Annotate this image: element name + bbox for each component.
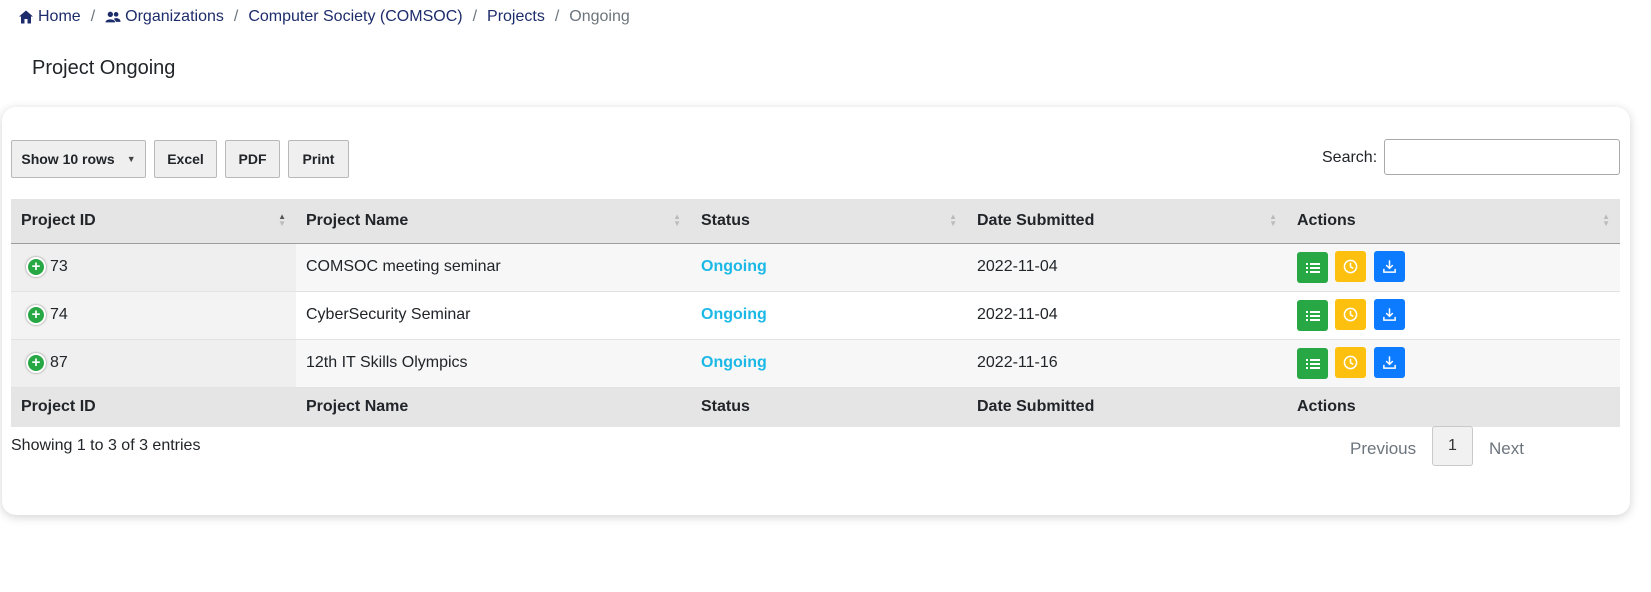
column-footer-actions: Actions	[1287, 386, 1620, 427]
breadcrumb-organizations-label: Organizations	[125, 8, 224, 25]
print-button[interactable]: Print	[288, 140, 349, 178]
column-header-label: Project Name	[306, 211, 409, 229]
actions-cell	[1287, 339, 1620, 388]
column-header-project-name[interactable]: Project Name ▲ ▼	[296, 199, 691, 244]
search-input[interactable]	[1384, 139, 1620, 175]
list-icon	[1305, 358, 1320, 369]
clock-icon	[1344, 259, 1358, 274]
column-header-label: Status	[701, 211, 750, 229]
project-id: 73	[50, 258, 68, 275]
table-row: +73 COMSOC meeting seminar Ongoing 2022-…	[11, 243, 1620, 292]
sort-icon: ▲ ▼	[673, 212, 681, 228]
sort-icon: ▲ ▼	[278, 212, 286, 228]
list-icon	[1305, 310, 1320, 321]
breadcrumb-home-label: Home	[38, 8, 81, 25]
date-submitted: 2022-11-04	[967, 291, 1287, 340]
pagination-next[interactable]: Next	[1489, 439, 1524, 459]
breadcrumb-separator: /	[90, 8, 96, 25]
breadcrumb-projects[interactable]: Projects	[487, 8, 545, 26]
table-footer-row: Project ID Project Name Status Date Subm…	[11, 386, 1620, 427]
page-title: Project Ongoing	[32, 57, 176, 79]
status-badge: Ongoing	[691, 243, 967, 292]
users-icon	[105, 9, 121, 25]
breadcrumb: Home / Organizations / Computer Society …	[18, 8, 630, 26]
column-header-actions[interactable]: Actions ▲ ▼	[1287, 199, 1620, 244]
column-header-label: Actions	[1297, 211, 1356, 229]
view-button[interactable]	[1297, 252, 1328, 284]
date-submitted: 2022-11-16	[967, 339, 1287, 388]
plus-circle-icon[interactable]: +	[26, 353, 46, 373]
project-name: CyberSecurity Seminar	[296, 291, 691, 340]
clock-icon	[1344, 307, 1358, 322]
project-name: 12th IT Skills Olympics	[296, 339, 691, 388]
download-button[interactable]	[1373, 298, 1405, 330]
view-button[interactable]	[1297, 300, 1328, 332]
download-button[interactable]	[1373, 346, 1405, 378]
plus-circle-icon[interactable]: +	[26, 305, 46, 325]
caret-down-icon: ▼	[126, 154, 136, 164]
breadcrumb-organizations[interactable]: Organizations	[105, 8, 224, 26]
pagination-page-1[interactable]: 1	[1432, 426, 1473, 466]
plus-circle-icon[interactable]: +	[26, 257, 46, 277]
history-button[interactable]	[1335, 298, 1367, 330]
breadcrumb-separator: /	[472, 8, 478, 25]
project-id-cell: +73	[11, 243, 296, 292]
project-id-cell: +74	[11, 291, 296, 340]
projects-card: Show 10 rows ▼ Excel PDF Print Search: P…	[2, 107, 1630, 515]
list-icon	[1305, 262, 1320, 273]
column-footer-date-submitted: Date Submitted	[967, 386, 1287, 427]
pagination-previous[interactable]: Previous	[1350, 439, 1416, 459]
breadcrumb-home[interactable]: Home	[18, 8, 81, 26]
column-footer-project-id: Project ID	[11, 386, 296, 427]
clock-icon	[1344, 355, 1358, 370]
actions-cell	[1287, 291, 1620, 340]
excel-button[interactable]: Excel	[154, 140, 217, 178]
table-row: +74 CyberSecurity Seminar Ongoing 2022-1…	[11, 291, 1620, 340]
table-header-row: Project ID ▲ ▼ Project Name ▲ ▼ Status ▲ ▼ Dat…	[11, 199, 1620, 244]
project-name: COMSOC meeting seminar	[296, 243, 691, 292]
download-button[interactable]	[1373, 250, 1405, 282]
breadcrumb-organization[interactable]: Computer Society (COMSOC)	[248, 8, 462, 26]
column-footer-project-name: Project Name	[296, 386, 691, 427]
table-row: +87 12th IT Skills Olympics Ongoing 2022…	[11, 339, 1620, 388]
projects-table: Project ID ▲ ▼ Project Name ▲ ▼ Status ▲ ▼ Dat…	[11, 199, 1620, 427]
column-header-status[interactable]: Status ▲ ▼	[691, 199, 967, 244]
column-header-label: Date Submitted	[977, 211, 1095, 229]
download-icon	[1383, 308, 1396, 321]
sort-icon: ▲ ▼	[1269, 212, 1277, 228]
sort-icon: ▲ ▼	[949, 212, 957, 228]
show-rows-label: Show 10 rows	[21, 151, 115, 167]
column-header-date-submitted[interactable]: Date Submitted ▲ ▼	[967, 199, 1287, 244]
breadcrumb-separator: /	[554, 8, 560, 25]
date-submitted: 2022-11-04	[967, 243, 1287, 292]
project-id: 74	[50, 306, 68, 323]
search-label: Search:	[1322, 149, 1378, 166]
pdf-button[interactable]: PDF	[225, 140, 280, 178]
column-header-project-id[interactable]: Project ID ▲ ▼	[11, 199, 296, 244]
sort-icon: ▲ ▼	[1602, 212, 1610, 228]
status-badge: Ongoing	[691, 339, 967, 388]
history-button[interactable]	[1335, 250, 1367, 282]
status-badge: Ongoing	[691, 291, 967, 340]
project-id-cell: +87	[11, 339, 296, 388]
breadcrumb-separator: /	[233, 8, 239, 25]
project-id: 87	[50, 354, 68, 371]
show-rows-button[interactable]: Show 10 rows ▼	[11, 140, 146, 178]
column-header-label: Project ID	[21, 211, 96, 229]
history-button[interactable]	[1335, 346, 1367, 378]
column-footer-status: Status	[691, 386, 967, 427]
download-icon	[1383, 356, 1396, 369]
entries-info: Showing 1 to 3 of 3 entries	[11, 437, 201, 454]
breadcrumb-current: Ongoing	[569, 8, 630, 25]
home-icon	[18, 9, 34, 25]
download-icon	[1383, 260, 1396, 273]
view-button[interactable]	[1297, 348, 1328, 380]
actions-cell	[1287, 243, 1620, 292]
